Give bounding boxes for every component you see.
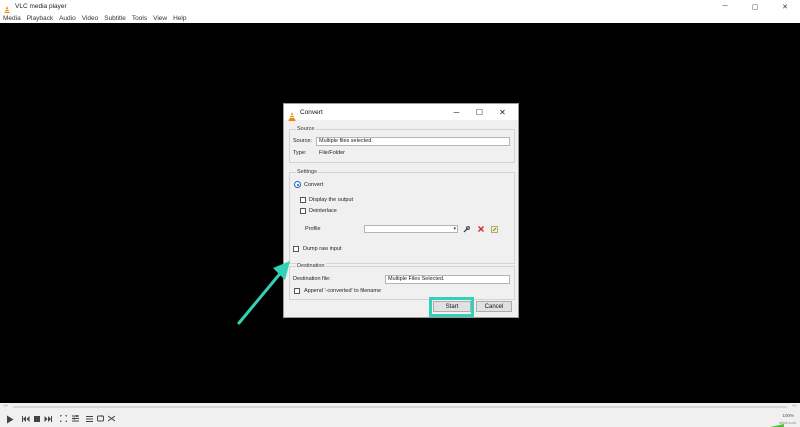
wrench-icon xyxy=(463,225,470,232)
vlc-cone-icon xyxy=(3,2,11,15)
dump-raw-label: Dump raw input xyxy=(303,246,342,252)
append-converted-label: Append '-converted' to filename xyxy=(304,288,382,294)
dialog-minimize-button[interactable]: ─ xyxy=(445,104,468,120)
volume-label: 100% xyxy=(782,413,794,418)
menu-playback[interactable]: Playback xyxy=(27,15,53,22)
convert-dialog: Convert ─ ☐ ✕ Source Source: Multiple fi… xyxy=(283,103,519,318)
stop-icon xyxy=(33,415,40,422)
dump-raw-checkbox[interactable] xyxy=(293,246,299,252)
playlist-button[interactable] xyxy=(84,413,95,424)
source-group: Source Source: Multiple files selected. … xyxy=(289,126,515,163)
menu-audio[interactable]: Audio xyxy=(59,15,76,22)
destination-group-title: Destination xyxy=(296,263,326,269)
fullscreen-button[interactable] xyxy=(58,413,69,424)
next-button[interactable] xyxy=(42,413,53,424)
edit-profile-button[interactable] xyxy=(462,225,471,233)
settings-group-title: Settings xyxy=(296,169,318,175)
seek-slider[interactable] xyxy=(13,406,787,408)
play-icon xyxy=(7,415,14,423)
destination-group: Destination Destination file: Multiple F… xyxy=(289,263,515,300)
shuffle-icon xyxy=(108,415,115,422)
type-value: File/Folder xyxy=(319,150,345,156)
display-output-checkbox[interactable] xyxy=(300,197,306,203)
new-profile-icon xyxy=(491,225,498,233)
vlc-cone-icon xyxy=(288,108,296,121)
dialog-close-button[interactable]: ✕ xyxy=(491,104,514,120)
previous-icon xyxy=(21,415,29,422)
watermark: wtxd.com xyxy=(779,420,796,425)
previous-button[interactable] xyxy=(20,413,31,424)
source-group-title: Source xyxy=(296,126,316,132)
deinterlace-checkbox[interactable] xyxy=(300,208,306,214)
menu-view[interactable]: View xyxy=(153,15,167,22)
seek-row: -:- -:- xyxy=(0,403,800,411)
menu-help[interactable]: Help xyxy=(173,15,186,22)
elapsed-time: -:- xyxy=(3,403,9,409)
loop-button[interactable] xyxy=(95,413,106,424)
dialog-maximize-button[interactable]: ☐ xyxy=(468,104,491,120)
menu-video[interactable]: Video xyxy=(82,15,99,22)
playlist-icon xyxy=(86,415,93,422)
menu-media[interactable]: Media xyxy=(3,15,21,22)
close-button[interactable]: ✕ xyxy=(770,0,800,13)
play-button[interactable] xyxy=(4,413,16,425)
convert-radio[interactable] xyxy=(294,181,301,188)
profile-select[interactable]: ▾ xyxy=(364,225,458,233)
new-profile-button[interactable] xyxy=(490,225,499,233)
controls-bar: 100% wtxd.com xyxy=(0,411,800,427)
window-title: VLC media player xyxy=(15,3,67,10)
maximize-button[interactable]: ▢ xyxy=(740,0,770,13)
deinterlace-label: Deinterlace xyxy=(309,208,337,214)
source-label: Source: xyxy=(293,138,312,144)
delete-icon xyxy=(477,226,484,232)
delete-profile-button[interactable] xyxy=(476,225,485,233)
menu-bar: Media Playback Audio Video Subtitle Tool… xyxy=(0,13,800,23)
extended-settings-icon xyxy=(72,415,79,422)
source-field[interactable]: Multiple files selected. xyxy=(316,137,510,146)
minimize-button[interactable]: ─ xyxy=(710,0,740,13)
title-bar: VLC media player ─ ▢ ✕ xyxy=(0,0,800,15)
shuffle-button[interactable] xyxy=(106,413,117,424)
next-icon xyxy=(44,415,52,422)
total-time: -:- xyxy=(791,403,797,409)
menu-tools[interactable]: Tools xyxy=(132,15,147,22)
profile-label: Profile xyxy=(305,226,321,232)
dialog-title-bar: Convert ─ ☐ ✕ xyxy=(284,104,518,121)
pointer-arrow-icon xyxy=(237,261,290,325)
type-label: Type: xyxy=(293,150,307,156)
extended-settings-button[interactable] xyxy=(70,413,81,424)
chevron-down-icon: ▾ xyxy=(453,226,456,232)
fullscreen-icon xyxy=(60,415,67,422)
stop-button[interactable] xyxy=(31,413,42,424)
loop-icon xyxy=(97,415,104,422)
destination-file-field[interactable]: Multiple Files Selected. xyxy=(385,275,510,284)
start-button-highlight xyxy=(429,297,474,317)
destination-file-label: Destination file: xyxy=(293,276,331,282)
display-output-label: Display the output xyxy=(309,197,354,203)
cancel-button[interactable]: Cancel xyxy=(476,301,512,312)
convert-label: Convert xyxy=(304,182,324,188)
menu-subtitle[interactable]: Subtitle xyxy=(104,15,126,22)
dialog-title: Convert xyxy=(300,108,323,116)
